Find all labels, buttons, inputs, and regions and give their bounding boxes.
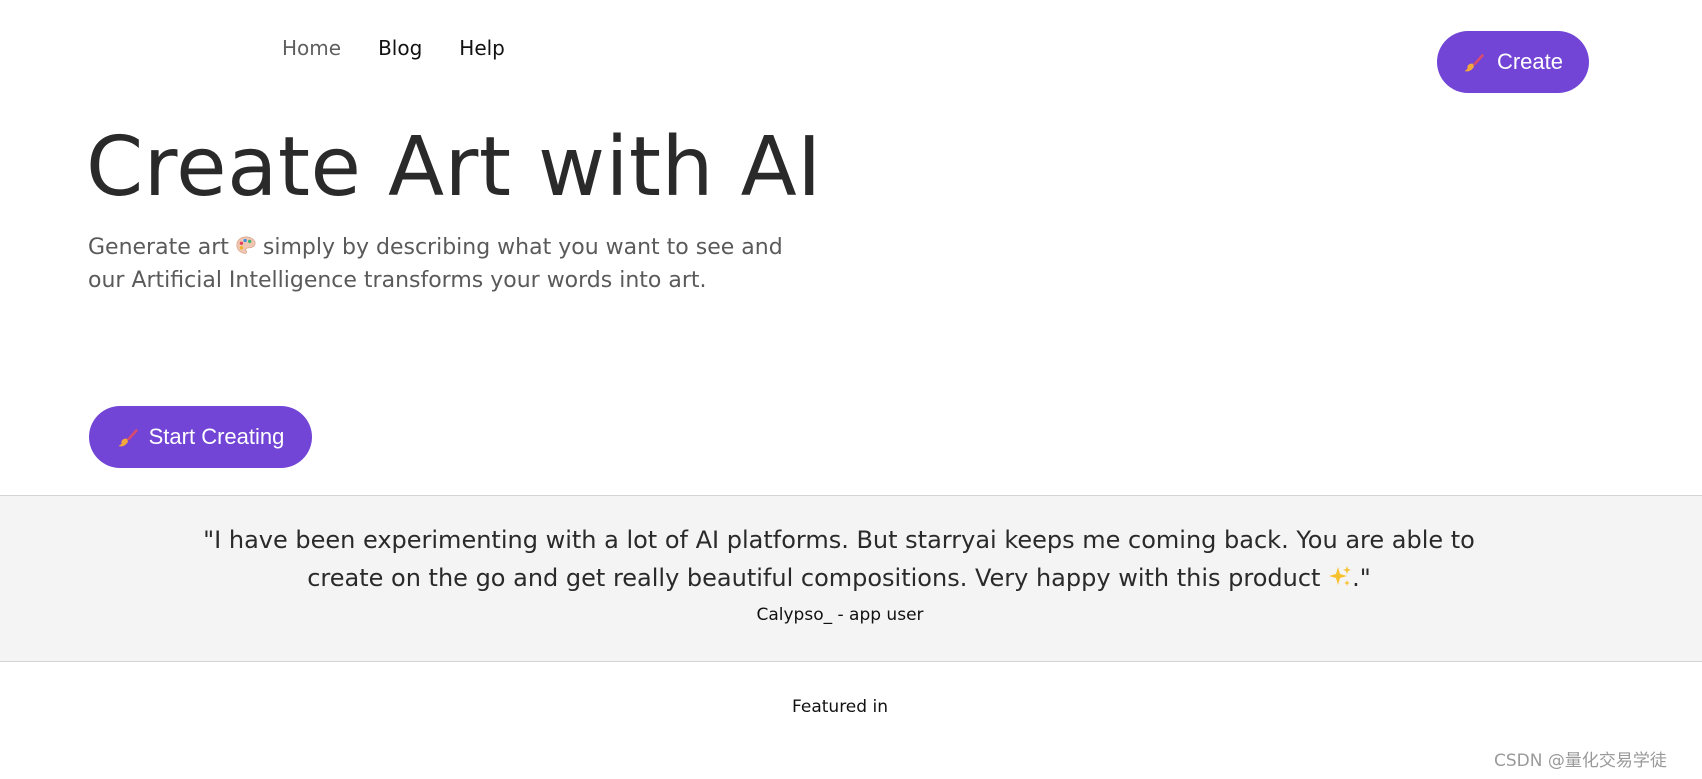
nav-help-link[interactable]: Help — [459, 36, 505, 60]
artist-palette-icon — [236, 236, 256, 254]
create-button-label: Create — [1496, 49, 1564, 74]
quote-text: "I have been experimenting with a lot of… — [203, 526, 1475, 592]
nav-home-link[interactable]: Home — [282, 36, 341, 60]
paintbrush-icon — [1464, 53, 1485, 72]
hero-subtitle-part1: Generate art — [88, 235, 229, 260]
start-creating-label: Start Creating — [148, 424, 285, 449]
featured-in-heading: Featured in — [792, 697, 888, 717]
nav-blog-link[interactable]: Blog — [378, 36, 422, 60]
testimonial-quote: "I have been experimenting with a lot of… — [200, 521, 1478, 597]
testimonial-band: "I have been experimenting with a lot of… — [0, 495, 1702, 662]
quote-close: ." — [1352, 564, 1371, 592]
testimonial-author: Calypso_ - app user — [756, 605, 924, 625]
hero-title: Create Art with AI — [86, 120, 822, 215]
sparkles-icon — [1329, 566, 1352, 586]
landing-page: Home Blog Help Create Create Art with AI… — [0, 0, 1702, 779]
paintbrush-icon — [118, 428, 138, 447]
watermark: CSDN @量化交易学徒 — [1494, 751, 1667, 771]
create-button[interactable]: Create — [1437, 31, 1589, 93]
main-nav: Home Blog Help — [282, 36, 505, 60]
hero-subtitle: Generate art simply by describing what y… — [88, 231, 808, 297]
start-creating-button[interactable]: Start Creating — [89, 406, 312, 468]
